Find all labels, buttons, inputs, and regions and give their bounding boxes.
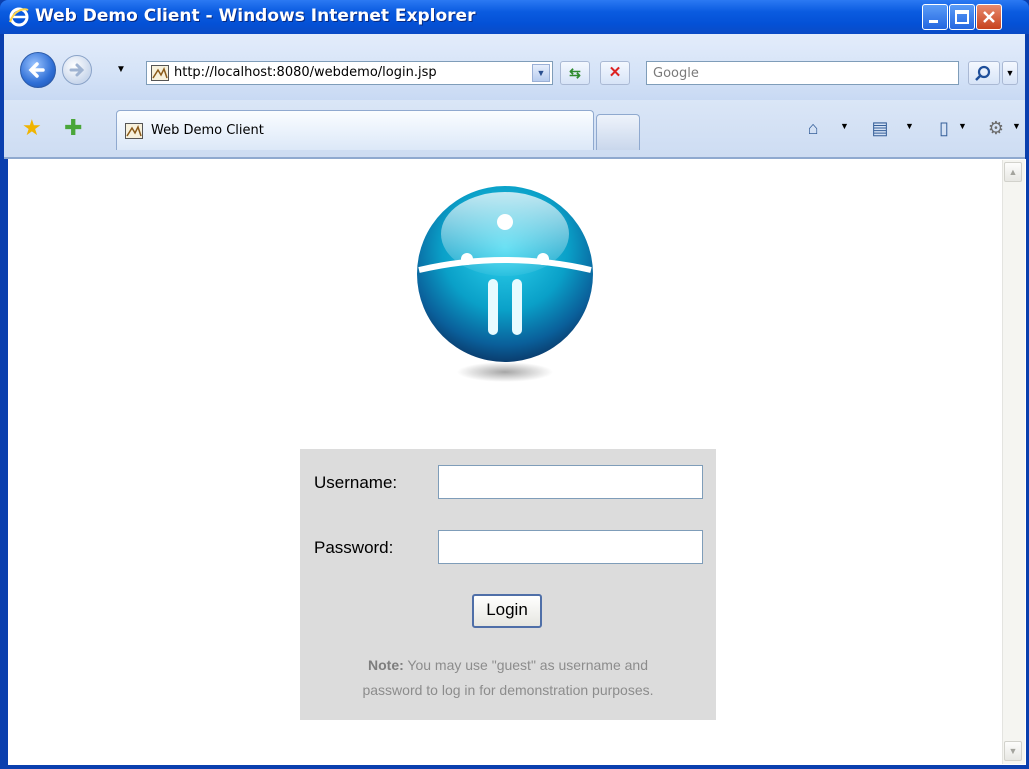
search-icon [975, 65, 991, 81]
login-form: Username: Password: Login Note: You may … [300, 449, 716, 720]
forward-icon [69, 63, 85, 77]
tab-label: Web Demo Client [151, 123, 264, 138]
login-note: Note: You may use "guest" as username an… [300, 653, 716, 703]
minimize-button[interactable] [922, 4, 948, 30]
window-frame-bottom [0, 765, 1029, 769]
login-button[interactable]: Login [472, 594, 542, 628]
tools-dropdown-icon[interactable]: ▼ [1012, 121, 1021, 131]
home-dropdown-icon[interactable]: ▼ [840, 121, 849, 131]
add-favorites-icon[interactable]: ✚ [64, 115, 82, 141]
note-line2: password to log in for demonstration pur… [362, 682, 654, 698]
refresh-icon: ⇆ [569, 65, 581, 81]
minimize-icon [929, 20, 938, 23]
back-icon [28, 62, 45, 78]
search-options-dropdown-icon[interactable]: ▼ [1002, 61, 1018, 85]
search-placeholder: Google [653, 66, 699, 81]
tools-gear-icon[interactable]: ⚙ [984, 117, 1008, 139]
stop-icon: ✕ [608, 64, 622, 81]
browser-window: Web Demo Client - Windows Internet Explo… [0, 0, 1029, 769]
scroll-down-button[interactable]: ▼ [1004, 741, 1022, 761]
password-label: Password: [314, 538, 394, 557]
maximize-icon [955, 10, 969, 24]
home-icon[interactable]: ⌂ [802, 117, 824, 139]
tab-web-demo-client[interactable]: Web Demo Client [116, 110, 594, 150]
close-button[interactable] [976, 4, 1002, 30]
print-icon[interactable]: ▤ [868, 117, 892, 139]
password-field[interactable] [438, 530, 703, 564]
search-input[interactable]: Google [646, 61, 959, 85]
history-dropdown-icon[interactable]: ▼ [116, 64, 126, 75]
window-title: Web Demo Client - Windows Internet Explo… [35, 6, 476, 26]
maximize-button[interactable] [949, 4, 975, 30]
favorites-star-icon[interactable]: ★ [22, 115, 42, 141]
stop-button[interactable]: ✕ [600, 61, 630, 85]
page-favicon-icon [151, 65, 169, 81]
forward-button[interactable] [62, 55, 92, 85]
title-bar: Web Demo Client - Windows Internet Explo… [0, 0, 1029, 34]
back-button[interactable] [20, 52, 56, 88]
print-dropdown-icon[interactable]: ▼ [905, 121, 914, 131]
search-button[interactable] [968, 61, 1000, 85]
note-bold: Note: [368, 657, 404, 673]
address-text: http://localhost:8080/webdemo/login.jsp [174, 65, 437, 80]
address-bar[interactable]: http://localhost:8080/webdemo/login.jsp … [146, 61, 553, 85]
refresh-button[interactable]: ⇆ [560, 61, 590, 85]
username-label: Username: [314, 473, 398, 492]
username-field[interactable] [438, 465, 703, 499]
new-tab-button[interactable] [596, 114, 640, 150]
site-logo-icon [417, 186, 593, 382]
address-dropdown-icon[interactable]: ▼ [532, 64, 550, 82]
page-icon[interactable]: ▯ [933, 117, 955, 139]
tab-favicon-icon [125, 123, 143, 139]
vertical-scrollbar[interactable] [1002, 160, 1025, 764]
note-line1: You may use "guest" as username and [403, 657, 648, 673]
page-dropdown-icon[interactable]: ▼ [958, 121, 967, 131]
ie-logo-icon [9, 7, 29, 27]
scroll-up-button[interactable]: ▲ [1004, 162, 1022, 182]
close-icon [983, 11, 995, 23]
